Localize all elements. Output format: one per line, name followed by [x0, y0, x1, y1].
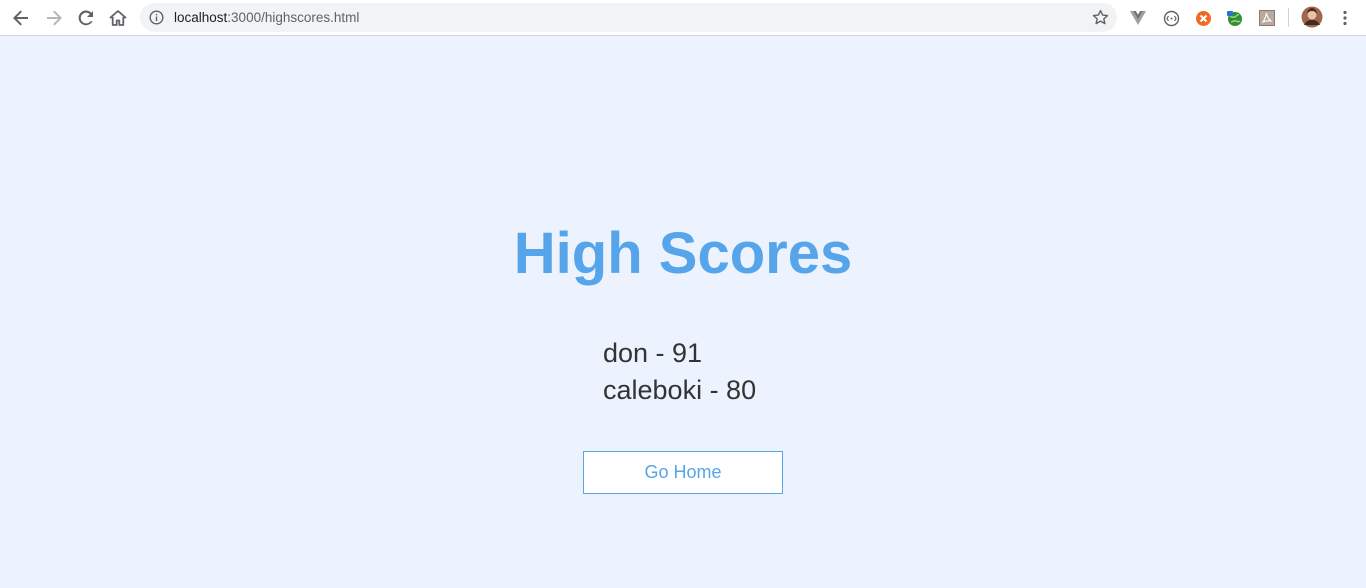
reload-icon[interactable] — [72, 4, 100, 32]
address-bar[interactable]: localhost:3000/highscores.html — [140, 3, 1117, 32]
extension-circle-icon[interactable] — [1161, 8, 1181, 28]
page-content: High Scores don - 91 caleboki - 80 Go Ho… — [0, 36, 1366, 588]
url-host: localhost — [174, 10, 228, 25]
home-icon[interactable] — [104, 4, 132, 32]
toolbar-separator — [1288, 8, 1289, 27]
site-info-icon[interactable] — [149, 10, 164, 30]
forward-icon[interactable] — [40, 4, 68, 32]
go-home-button[interactable]: Go Home — [583, 451, 783, 494]
page-title: High Scores — [513, 221, 853, 286]
score-item: caleboki - 80 — [603, 375, 757, 405]
score-item: don - 91 — [603, 338, 703, 368]
vuejs-devtools-icon[interactable] — [1128, 8, 1148, 28]
bookmark-star-icon[interactable] — [1092, 9, 1109, 31]
browser-toolbar: localhost:3000/highscores.html — [0, 0, 1366, 36]
back-icon[interactable] — [7, 4, 35, 32]
url-text: localhost:3000/highscores.html — [174, 10, 359, 25]
pdf-extension-icon[interactable] — [1257, 8, 1277, 28]
url-path: :3000/highscores.html — [227, 10, 360, 25]
extension-globe-icon[interactable] — [1225, 8, 1245, 28]
high-scores-list: don - 91 caleboki - 80 — [603, 335, 756, 409]
profile-avatar[interactable] — [1301, 6, 1323, 28]
menu-kebab-icon[interactable] — [1335, 8, 1355, 28]
extension-orange-icon[interactable] — [1193, 8, 1213, 28]
